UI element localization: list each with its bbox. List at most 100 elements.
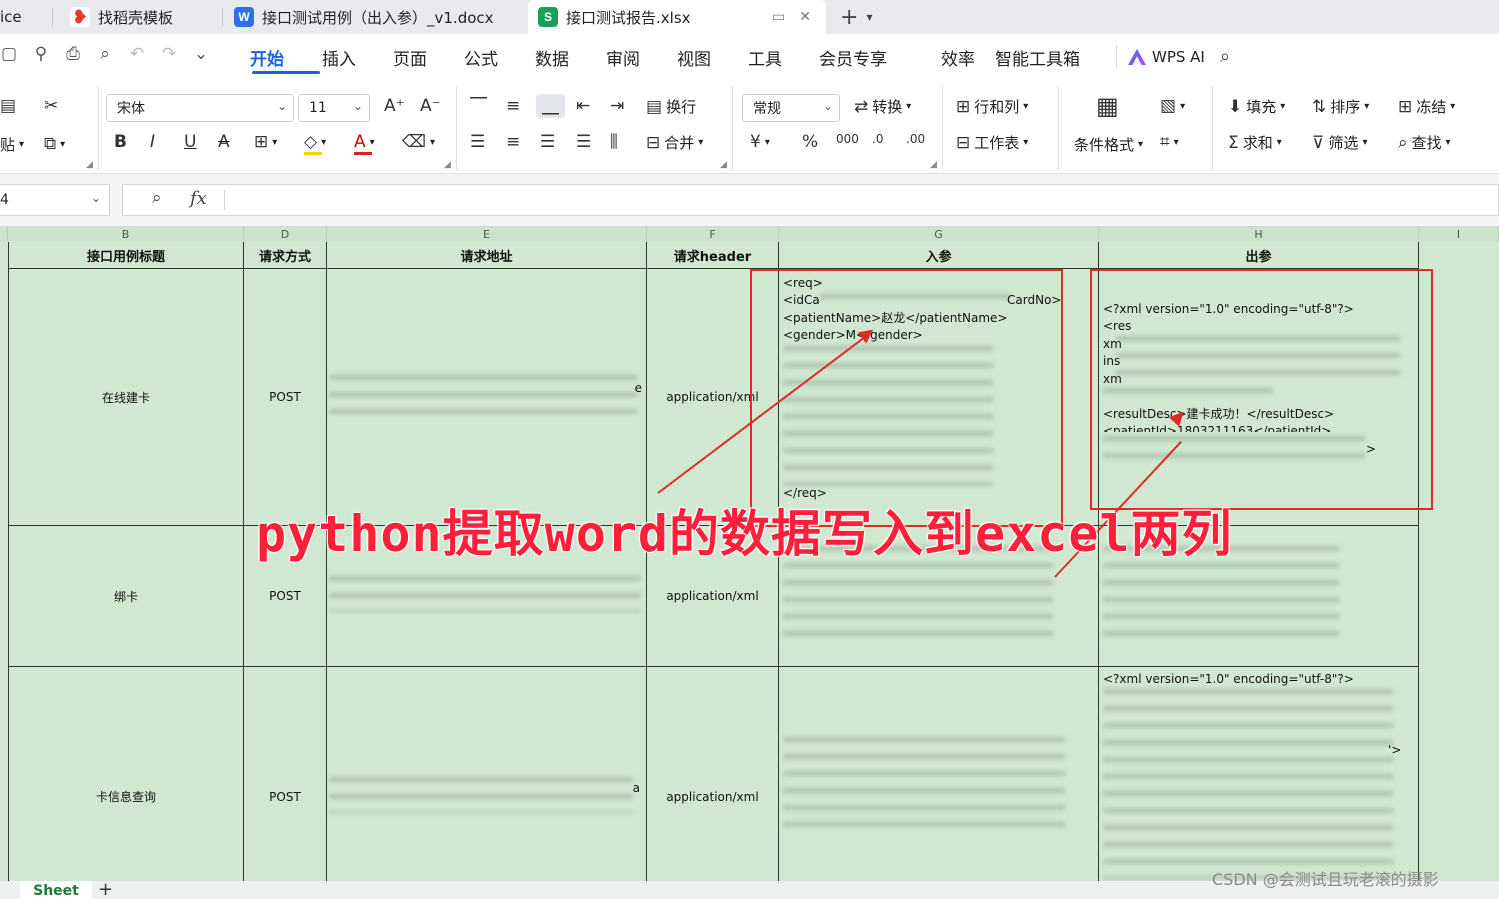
thousands-icon[interactable]: 000 [836, 132, 859, 146]
wrap-text-button[interactable]: ▤ 换行 [646, 96, 696, 117]
indent-decrease-icon[interactable]: ⇤ [576, 96, 590, 116]
cell-header[interactable]: application/xml [647, 667, 779, 881]
cell-output-xml[interactable] [1099, 667, 1419, 881]
find-button[interactable]: ⌕ 查找 ▾ [1398, 132, 1451, 153]
menu-data[interactable]: 数据 [535, 34, 606, 80]
dialog-launcher-icon[interactable]: ◢ [720, 160, 727, 170]
cell-method[interactable]: POST [244, 667, 327, 881]
tab-partial[interactable]: ice [0, 0, 48, 34]
clear-format-icon[interactable]: ⌫ ▾ [402, 132, 435, 152]
column-header-d[interactable]: D [244, 226, 327, 242]
tab-word-doc[interactable]: W 接口测试用例（出入参）_v1.docx [226, 0, 522, 34]
freeze-button[interactable]: ⊞ 冻结 ▾ [1398, 96, 1455, 117]
table-style-icon[interactable]: ⌗ ▾ [1160, 132, 1179, 152]
save-icon[interactable]: ▢ [0, 44, 18, 64]
undo-icon[interactable]: ↶ [128, 44, 146, 64]
copy-icon[interactable]: ⧉ ▾ [44, 134, 65, 154]
menu-efficiency[interactable]: 效率 [941, 34, 995, 80]
percent-icon[interactable]: % [802, 132, 818, 152]
menu-page[interactable]: 页面 [393, 34, 464, 80]
column-header-f[interactable]: F [647, 226, 779, 242]
dialog-launcher-icon[interactable]: ◢ [444, 160, 451, 170]
cell-title[interactable]: 卡信息查询 [8, 667, 244, 881]
align-left-icon[interactable]: ☰ [470, 132, 485, 152]
header-cell-output[interactable]: 出参 [1099, 242, 1419, 269]
conditional-format-icon[interactable]: ▦ [1096, 92, 1119, 120]
font-size-select[interactable]: 11 ⌄ [298, 94, 370, 122]
indent-increase-icon[interactable]: ⇥ [610, 96, 624, 116]
dialog-launcher-icon[interactable]: ◢ [86, 160, 93, 170]
column-header-i[interactable]: I [1419, 226, 1499, 242]
paste-icon[interactable]: ▤ [0, 96, 16, 116]
cell-title[interactable]: 在线建卡 [8, 269, 244, 526]
align-center-icon[interactable]: ≡ [506, 132, 520, 152]
menu-home[interactable]: 开始 [250, 34, 322, 80]
font-color-icon[interactable]: A ▾ [354, 132, 375, 152]
strikethrough-icon[interactable]: A [218, 132, 230, 152]
font-name-select[interactable]: 宋体 ⌄ [106, 94, 294, 122]
align-top-icon[interactable]: ⎺ [470, 96, 487, 116]
worksheet-button[interactable]: ⊟ 工作表 ▾ [956, 132, 1028, 153]
distribute-icon[interactable]: ⫼ [610, 132, 618, 152]
fill-button[interactable]: ⬇ 填充 ▾ [1228, 96, 1285, 117]
wps-ai-button[interactable]: WPS AI [1128, 34, 1205, 80]
conditional-format-button[interactable]: 条件格式 ▾ [1074, 134, 1143, 155]
convert-button[interactable]: ⇄ 转换 ▾ [854, 96, 911, 117]
cell-method[interactable]: POST [244, 269, 327, 526]
cell-title[interactable]: 绑卡 [8, 526, 244, 667]
underline-icon[interactable]: U [184, 132, 196, 152]
align-right-icon[interactable]: ☰ [540, 132, 555, 152]
formula-input[interactable] [122, 184, 1499, 216]
italic-icon[interactable]: I [150, 132, 155, 152]
close-icon[interactable]: ✕ [799, 9, 811, 25]
menu-member[interactable]: 会员专享 [819, 34, 941, 80]
zoom-icon[interactable]: ⌕ [152, 188, 162, 208]
chevron-down-icon[interactable]: ⌄ [192, 44, 210, 64]
menu-view[interactable]: 视图 [677, 34, 748, 80]
row-col-button[interactable]: ⊞ 行和列 ▾ [956, 96, 1028, 117]
bold-icon[interactable]: B [114, 132, 127, 152]
fx-icon[interactable]: fx [190, 188, 207, 209]
column-header-g[interactable]: G [779, 226, 1099, 242]
search-icon[interactable]: ⌕ [1220, 46, 1230, 67]
cell-url[interactable]: a [327, 667, 647, 881]
menu-insert[interactable]: 插入 [322, 34, 393, 80]
border-icon[interactable]: ⊞ ▾ [254, 132, 277, 152]
cell-input-xml[interactable] [779, 667, 1099, 881]
add-sheet-icon[interactable]: + [98, 879, 113, 899]
decrease-decimal-icon[interactable]: .00 [906, 132, 925, 146]
cut-icon[interactable]: ✂ [44, 96, 58, 116]
header-cell-title[interactable]: 接口用例标题 [8, 242, 244, 269]
sheet-tab[interactable]: Sheet [20, 881, 92, 899]
cell-style-icon[interactable]: ▧ ▾ [1160, 96, 1185, 116]
sum-button[interactable]: Σ 求和 ▾ [1228, 132, 1282, 153]
number-format-select[interactable]: 常规 ⌄ [742, 94, 840, 122]
decrease-font-icon[interactable]: A⁻ [420, 96, 441, 116]
menu-smart-toolbox[interactable]: 智能工具箱 [995, 34, 1105, 80]
merge-button[interactable]: ⊟ 合并 ▾ [646, 132, 703, 153]
sort-button[interactable]: ⇅ 排序 ▾ [1312, 96, 1369, 117]
column-header-h[interactable]: H [1099, 226, 1419, 242]
header-cell-header[interactable]: 请求header [647, 242, 779, 269]
fill-color-icon[interactable]: ◇ ▾ [304, 132, 326, 152]
tab-docer-templates[interactable]: ❥ 找稻壳模板 [56, 0, 218, 34]
filter-button[interactable]: ⊽ 筛选 ▾ [1312, 132, 1368, 153]
justify-icon[interactable]: ☰ [576, 132, 591, 152]
menu-tools[interactable]: 工具 [748, 34, 819, 80]
header-cell-url[interactable]: 请求地址 [327, 242, 647, 269]
pin-icon[interactable]: ⚲ [32, 44, 50, 64]
name-box[interactable]: 4 ⌄ [0, 184, 110, 216]
increase-decimal-icon[interactable]: .0 [872, 132, 883, 146]
cell-url[interactable]: e [327, 269, 647, 526]
redo-icon[interactable]: ↷ [160, 44, 178, 64]
dialog-launcher-icon[interactable]: ◢ [930, 160, 937, 170]
screen-icon[interactable]: ▭ [772, 9, 785, 25]
currency-icon[interactable]: ¥ ▾ [750, 132, 770, 152]
menu-formula[interactable]: 公式 [464, 34, 535, 80]
increase-font-icon[interactable]: A⁺ [384, 96, 405, 116]
paste-button[interactable]: 贴 ▾ [0, 134, 24, 155]
align-middle-icon[interactable]: ≡ [506, 96, 520, 116]
print-icon[interactable]: ⎙ [64, 44, 82, 64]
align-bottom-icon[interactable]: ⎽ [536, 94, 565, 118]
print-preview-icon[interactable]: ⌕ [96, 44, 114, 64]
